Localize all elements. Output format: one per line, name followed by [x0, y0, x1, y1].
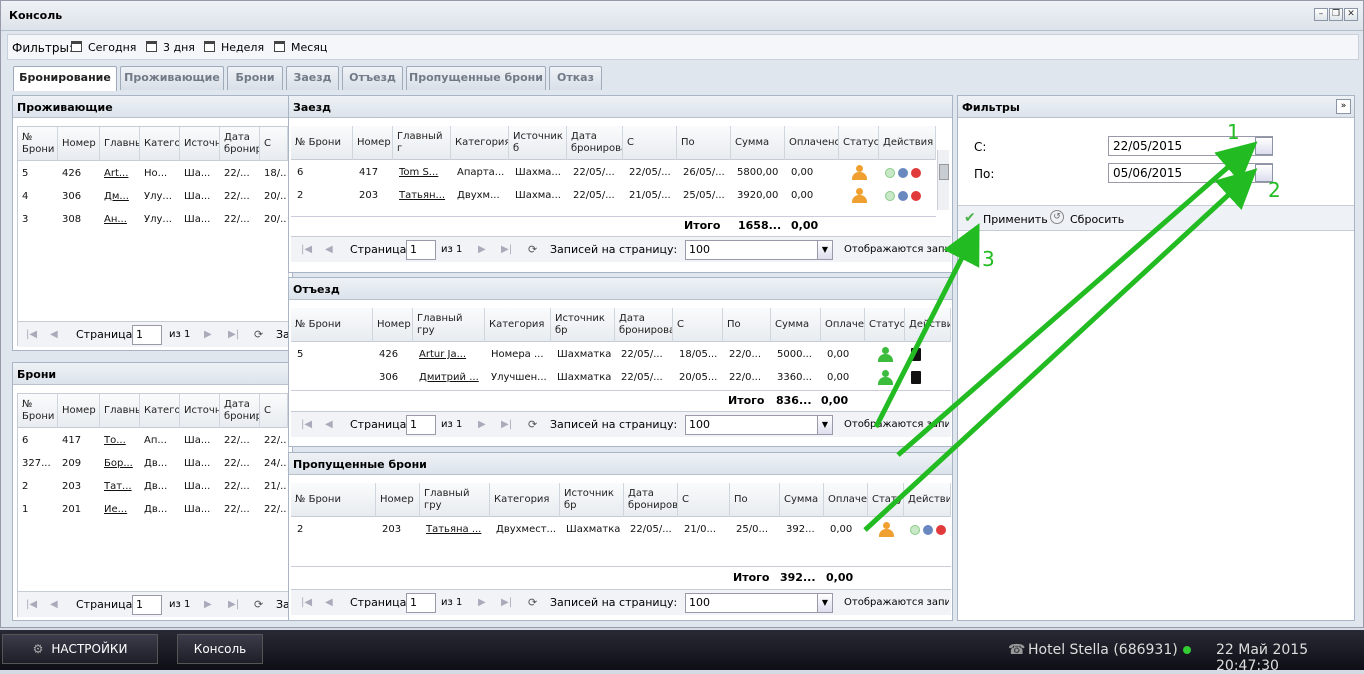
console-taskbar-button[interactable]: Консоль: [177, 634, 263, 664]
online-status-dot: [1183, 646, 1191, 654]
settings-button[interactable]: ⚙ НАСТРОЙКИ: [2, 634, 158, 664]
arrow-2: [863, 168, 1258, 532]
annotation-2: 2: [1268, 178, 1281, 202]
annotation-3: 3: [982, 247, 995, 271]
annotation-arrows: 1 2 3: [863, 120, 1281, 532]
arrow-1: [896, 141, 1258, 457]
gear-icon: ⚙: [32, 642, 44, 656]
hotel-name: Hotel Stella (686931): [1028, 642, 1178, 658]
datetime: 22 Май 2015 20:47:30: [1216, 642, 1309, 674]
taskbar: ⚙ НАСТРОЙКИ Консоль ☎ Hotel Stella (68693…: [0, 630, 1364, 674]
phone-icon: ☎: [1008, 642, 1026, 658]
annotation-1: 1: [1227, 120, 1240, 144]
